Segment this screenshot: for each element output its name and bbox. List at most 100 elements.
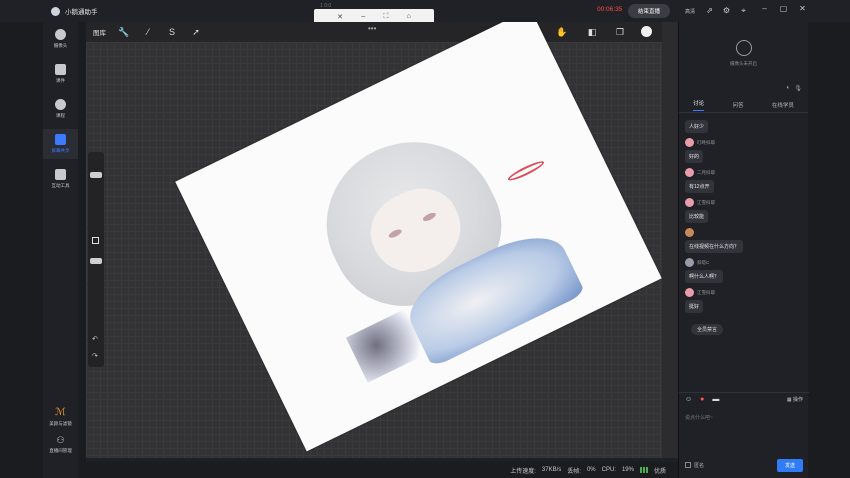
minimize-icon[interactable]: – — [760, 4, 769, 13]
camera-off-icon — [735, 40, 752, 56]
wrench-icon[interactable]: 🔧 — [118, 26, 130, 38]
maximize-icon[interactable]: ▢ — [779, 4, 788, 13]
avatar — [685, 288, 694, 297]
artwork-ribbon — [506, 158, 546, 184]
chat-message: 江雪抖耶 挺好 — [685, 288, 802, 313]
nav-label: 直播间管理 — [49, 448, 72, 453]
redo-icon[interactable]: ↷ — [92, 352, 98, 360]
home-icon[interactable]: ⌂ — [407, 13, 411, 20]
opacity-knob[interactable] — [90, 258, 102, 264]
nav-interactive-tools[interactable]: 互动工具 — [43, 164, 78, 194]
eraser-icon[interactable]: ◧ — [586, 26, 598, 38]
fullscreen-icon[interactable]: ⛶ — [383, 13, 388, 21]
courseware-icon — [55, 64, 66, 75]
screen-share-icon — [55, 134, 66, 145]
undo-icon[interactable]: ↶ — [92, 335, 98, 343]
sender-name: 叮咚抖耶 — [697, 139, 715, 145]
mic-icon[interactable]: 🎙 — [794, 85, 802, 97]
transform-icon[interactable]: ➚ — [190, 26, 202, 38]
message-text: 人好少 — [685, 120, 709, 133]
artwork-eye — [387, 227, 403, 240]
tab-qa[interactable]: 问答 — [732, 101, 743, 109]
camera-preview: 摄像头未开启 — [679, 22, 808, 85]
send-row: 匿名 发送 — [685, 458, 803, 472]
palette-icon — [55, 99, 66, 110]
close-icon[interactable]: ✕ — [337, 13, 343, 21]
camera-status: 摄像头未开启 — [730, 61, 757, 66]
chat-input-placeholder: 说点什么吧~ — [685, 415, 713, 421]
chat-toolbar: ☺ ● ▬ ▦ 操作 — [679, 392, 809, 406]
nav-course[interactable]: 课程 — [43, 94, 78, 124]
chat-message: 斜塔C 啊什么人啊？ — [685, 258, 802, 283]
close-icon[interactable]: ✕ — [798, 4, 807, 13]
gallery-button[interactable]: 图库 — [93, 27, 106, 37]
media-toggles: ◖ 🎙 — [679, 85, 808, 97]
app-name: 小鹅通助手 — [65, 9, 98, 16]
people-icon: ⚇ — [56, 435, 65, 445]
send-button[interactable]: 发送 — [776, 458, 803, 472]
sender-name: 江雪抖耶 — [697, 199, 715, 205]
color-icon[interactable] — [641, 26, 652, 37]
modify-square-icon[interactable] — [92, 237, 99, 244]
more-icon[interactable]: ••• — [368, 24, 376, 33]
nav-label: 屏幕共享 — [51, 148, 70, 153]
message-text: 好的 — [685, 150, 704, 163]
status-bar: 上传速度: 37KB/s 丢帧: 0% CPU: 19% 优质 — [78, 462, 678, 478]
pin-icon[interactable]: ⌖ — [739, 7, 748, 16]
tab-discussion[interactable]: 讨论 — [693, 99, 705, 111]
chat-message: 二月抖耶 有12点开 — [685, 168, 802, 193]
size-knob[interactable] — [90, 172, 102, 178]
live-timer: 00:06:35 — [597, 6, 623, 13]
nav-label: 美颜与滤镜 — [49, 421, 72, 426]
avatar — [685, 138, 694, 147]
gift-icon[interactable]: ● — [700, 396, 704, 403]
selection-icon[interactable]: S — [166, 26, 178, 38]
sender-name: 江雪抖耶 — [697, 289, 715, 295]
folder-icon[interactable]: ▬ — [712, 396, 719, 403]
more-actions-button[interactable]: ▦ 操作 — [787, 396, 803, 403]
avatar — [685, 258, 694, 267]
brush-size-slider[interactable]: ↶ ↷ — [88, 152, 104, 367]
mute-all-button[interactable]: 全员禁言 — [691, 324, 724, 335]
end-live-button[interactable]: 结束直播 — [628, 4, 670, 18]
smudge-icon[interactable]: ✋ — [556, 26, 568, 38]
nav-beauty-filter[interactable]: ℳ 美颜与滤镜 — [43, 408, 78, 427]
sender-name: 斜塔C — [697, 259, 710, 265]
anonymous-checkbox[interactable] — [685, 462, 691, 468]
loss-label: 丢帧: — [567, 468, 581, 475]
loss-value: 0% — [586, 467, 596, 473]
nav-label: 互动工具 — [51, 183, 70, 188]
chat-message: 在线视频在什么方向？ — [685, 228, 802, 253]
emoji-icon[interactable]: ☺ — [685, 396, 692, 403]
sender-name: 二月抖耶 — [697, 169, 715, 175]
avatar — [685, 198, 694, 207]
nav-camera[interactable]: 摄像头 — [43, 24, 78, 54]
share-icon[interactable]: ⇗ — [705, 7, 714, 16]
cpu-value: 19% — [621, 467, 634, 473]
chat-list[interactable]: 人好少 叮咚抖耶 好的 二月抖耶 有12点开 江雪抖耶 比较能 在线视频在什么方… — [679, 113, 808, 393]
avatar — [685, 168, 694, 177]
message-text: 有12点开 — [685, 180, 714, 193]
upload-value: 37KB/s — [541, 467, 562, 473]
chat-message: 江雪抖耶 比较能 — [685, 198, 802, 223]
speaker-icon[interactable]: ◖ — [786, 85, 790, 97]
quality-label: 优质 — [653, 468, 666, 475]
layers-icon[interactable]: ❐ — [614, 26, 626, 38]
nav-label: 摄像头 — [53, 43, 68, 48]
more-actions-label: 操作 — [792, 397, 803, 403]
right-panel: 摄像头未开启 ◖ 🎙 讨论 问答 在线学员 人好少 叮咚抖耶 好的 二月抖耶 有… — [678, 22, 809, 478]
nav-screen-share[interactable]: 屏幕共享 — [43, 129, 78, 159]
message-text: 在线视频在什么方向？ — [685, 240, 744, 253]
nav-room-manage[interactable]: ⚇ 直播间管理 — [43, 435, 78, 454]
magic-wand-icon[interactable]: ⁄ — [142, 26, 154, 38]
account-label[interactable]: 高清 — [685, 8, 695, 15]
tab-online-students[interactable]: 在线学员 — [772, 101, 794, 109]
settings-icon[interactable]: ⚙ — [722, 7, 731, 16]
nav-courseware[interactable]: 课件 — [43, 59, 78, 89]
minimize-icon[interactable]: – — [361, 13, 365, 20]
nav-label: 课程 — [56, 113, 65, 118]
cpu-label: CPU: — [601, 467, 616, 473]
top-right-tools: 高清 ⇗ ⚙ ⌖ — [685, 4, 748, 18]
app-logo-icon — [51, 6, 60, 16]
anonymous-label: 匿名 — [694, 462, 705, 469]
